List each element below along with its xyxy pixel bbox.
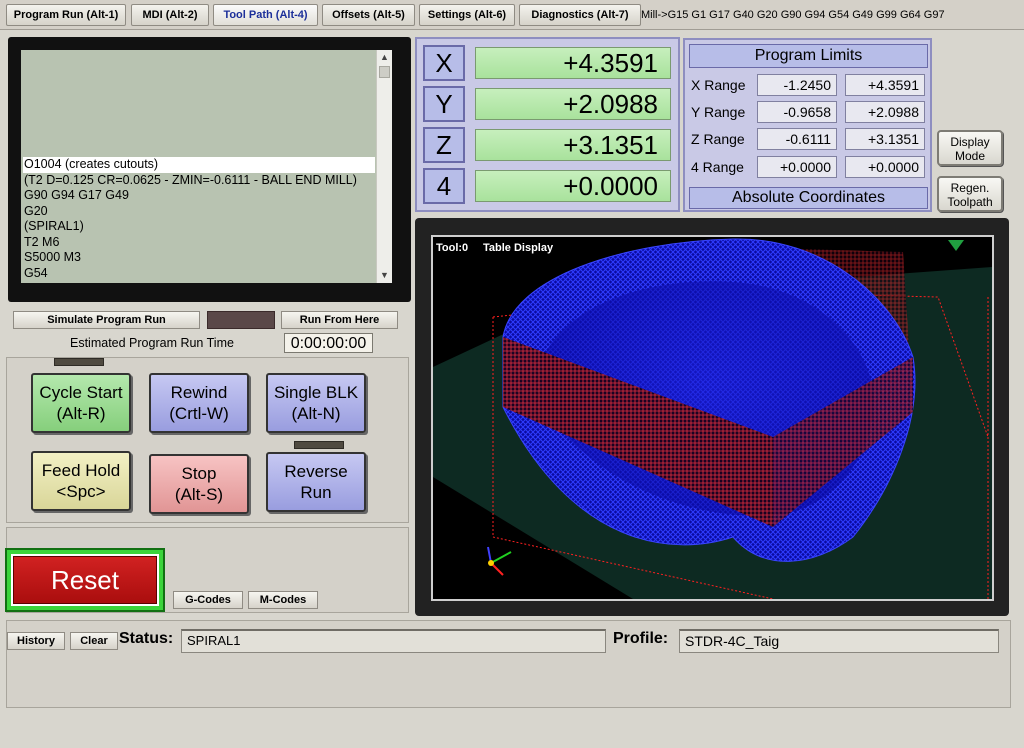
gcode-line[interactable]: T2 M6	[23, 235, 375, 251]
single-block-led	[294, 441, 344, 449]
gcode-line[interactable]: G20	[23, 204, 375, 220]
axis-y-button[interactable]: Y	[423, 86, 465, 122]
stop-button[interactable]: Stop (Alt-S)	[149, 454, 249, 514]
scroll-up-icon[interactable]: ▲	[377, 50, 392, 65]
estimated-run-time-label: Estimated Program Run Time	[70, 336, 234, 350]
gcode-line[interactable]: G54	[23, 266, 375, 282]
axis-4-button[interactable]: 4	[423, 168, 465, 204]
simulate-program-run-button[interactable]: Simulate Program Run	[13, 311, 200, 329]
dro-y-value[interactable]: +2.0988	[475, 88, 671, 120]
gcodes-button[interactable]: G-Codes	[173, 591, 243, 609]
display-mode-button[interactable]: Display Mode	[937, 130, 1003, 166]
tool-marker-icon	[948, 240, 964, 251]
gcode-scrollbar[interactable]: ▲ ▼	[376, 50, 392, 283]
axis-triad-icon	[487, 546, 512, 576]
display-mode-label-line2: Mode	[954, 149, 986, 163]
regen-toolpath-button[interactable]: Regen. Toolpath	[937, 176, 1003, 212]
single-block-shortcut: (Alt-N)	[291, 404, 341, 423]
profile-label: Profile:	[613, 630, 669, 647]
status-field: SPIRAL1	[181, 629, 606, 653]
cycle-start-shortcut: (Alt-R)	[56, 404, 106, 423]
single-block-label: Single BLK	[273, 383, 359, 402]
rewind-button[interactable]: Rewind (Crtl-W)	[149, 373, 249, 433]
tab-bar: Program Run (Alt-1) MDI (Alt-2) Tool Pat…	[0, 0, 1024, 30]
z-range-label: Z Range	[691, 131, 745, 147]
mcodes-button[interactable]: M-Codes	[248, 591, 318, 609]
gcode-line-current[interactable]: O1004 (creates cutouts)	[23, 157, 375, 173]
cycle-start-button[interactable]: Cycle Start (Alt-R)	[31, 373, 131, 433]
status-label: Status:	[119, 630, 174, 647]
stop-shortcut: (Alt-S)	[174, 485, 224, 504]
program-limits-title: Program Limits	[689, 44, 928, 68]
clear-button[interactable]: Clear	[70, 632, 118, 650]
control-panel: Cycle Start (Alt-R) Rewind (Crtl-W) Sing…	[6, 357, 409, 523]
dro-x-value[interactable]: +4.3591	[475, 47, 671, 79]
feed-hold-button[interactable]: Feed Hold <Spc>	[31, 451, 131, 511]
gcode-line[interactable]: (SPIRAL1)	[23, 219, 375, 235]
simulate-status-indicator	[207, 311, 275, 329]
y-range-min: -0.9658	[757, 101, 837, 123]
profile-field: STDR-4C_Taig	[679, 629, 999, 653]
reset-label: Reset	[11, 554, 159, 606]
toolpath-canvas	[433, 238, 992, 599]
display-mode-label-line1: Display	[950, 135, 990, 149]
gcode-line[interactable]: (T2 D=0.125 CR=0.0625 - ZMIN=-0.6111 - B…	[23, 173, 375, 189]
reset-button[interactable]: Reset	[5, 548, 165, 612]
absolute-coordinates-button[interactable]: Absolute Coordinates	[689, 187, 928, 209]
cycle-start-label: Cycle Start	[39, 383, 123, 402]
regen-label-line2: Toolpath	[947, 195, 993, 209]
x-range-label: X Range	[691, 77, 746, 93]
tool-number-label: Tool:0	[436, 242, 469, 254]
tab-mdi[interactable]: MDI (Alt-2)	[131, 4, 209, 26]
gcode-line[interactable]: S5000 M3	[23, 250, 375, 266]
z-range-max: +3.1351	[845, 128, 925, 150]
x-range-max: +4.3591	[845, 74, 925, 96]
single-block-button[interactable]: Single BLK (Alt-N)	[266, 373, 366, 433]
reverse-run-label: Reverse	[284, 462, 348, 481]
modal-state-line: Mill->G15 G1 G17 G40 G20 G90 G94 G54 G49…	[641, 9, 945, 21]
table-display-label: Table Display	[483, 242, 554, 254]
stop-label: Stop	[181, 464, 217, 483]
feed-hold-label: Feed Hold	[41, 461, 121, 480]
cycle-start-led	[54, 358, 104, 366]
gcode-line[interactable]: G90 G94 G17 G49	[23, 188, 375, 204]
y-range-max: +2.0988	[845, 101, 925, 123]
y-range-label: Y Range	[691, 104, 746, 120]
a-range-max: +0.0000	[845, 156, 925, 178]
x-range-min: -1.2450	[757, 74, 837, 96]
tab-settings[interactable]: Settings (Alt-6)	[419, 4, 515, 26]
dro-z-value[interactable]: +3.1351	[475, 129, 671, 161]
program-limits-panel: Program Limits X Range -1.2450 +4.3591 Y…	[683, 38, 932, 212]
scroll-down-icon[interactable]: ▼	[377, 268, 392, 283]
feed-hold-shortcut: <Spc>	[56, 482, 106, 501]
z-range-min: -0.6111	[757, 128, 837, 150]
axis-x-button[interactable]: X	[423, 45, 465, 81]
regen-label-line1: Regen.	[950, 181, 990, 195]
estimated-run-time-value: 0:00:00:00	[284, 333, 373, 353]
gcode-list[interactable]: O1004 (creates cutouts) (T2 D=0.125 CR=0…	[21, 50, 392, 283]
toolpath-display[interactable]: Tool:0 Table Display	[431, 235, 994, 601]
reverse-run-button[interactable]: Reverse Run	[266, 452, 366, 512]
history-button[interactable]: History	[7, 632, 65, 650]
axis-z-button[interactable]: Z	[423, 127, 465, 163]
tab-program-run[interactable]: Program Run (Alt-1)	[6, 4, 126, 26]
rewind-shortcut: (Crtl-W)	[169, 404, 229, 423]
scrollbar-thumb[interactable]	[379, 66, 390, 78]
reverse-run-label-line2: Run	[300, 483, 332, 502]
run-from-here-button[interactable]: Run From Here	[281, 311, 398, 329]
dro-4-value[interactable]: +0.0000	[475, 170, 671, 202]
tab-offsets[interactable]: Offsets (Alt-5)	[322, 4, 415, 26]
tab-tool-path[interactable]: Tool Path (Alt-4)	[213, 4, 318, 26]
a-range-label: 4 Range	[691, 159, 744, 175]
dro-panel: X +4.3591 Y +2.0988 Z +3.1351 4 +0.0000	[415, 37, 680, 212]
tab-diagnostics[interactable]: Diagnostics (Alt-7)	[519, 4, 641, 26]
rewind-label: Rewind	[170, 383, 228, 402]
a-range-min: +0.0000	[757, 156, 837, 178]
